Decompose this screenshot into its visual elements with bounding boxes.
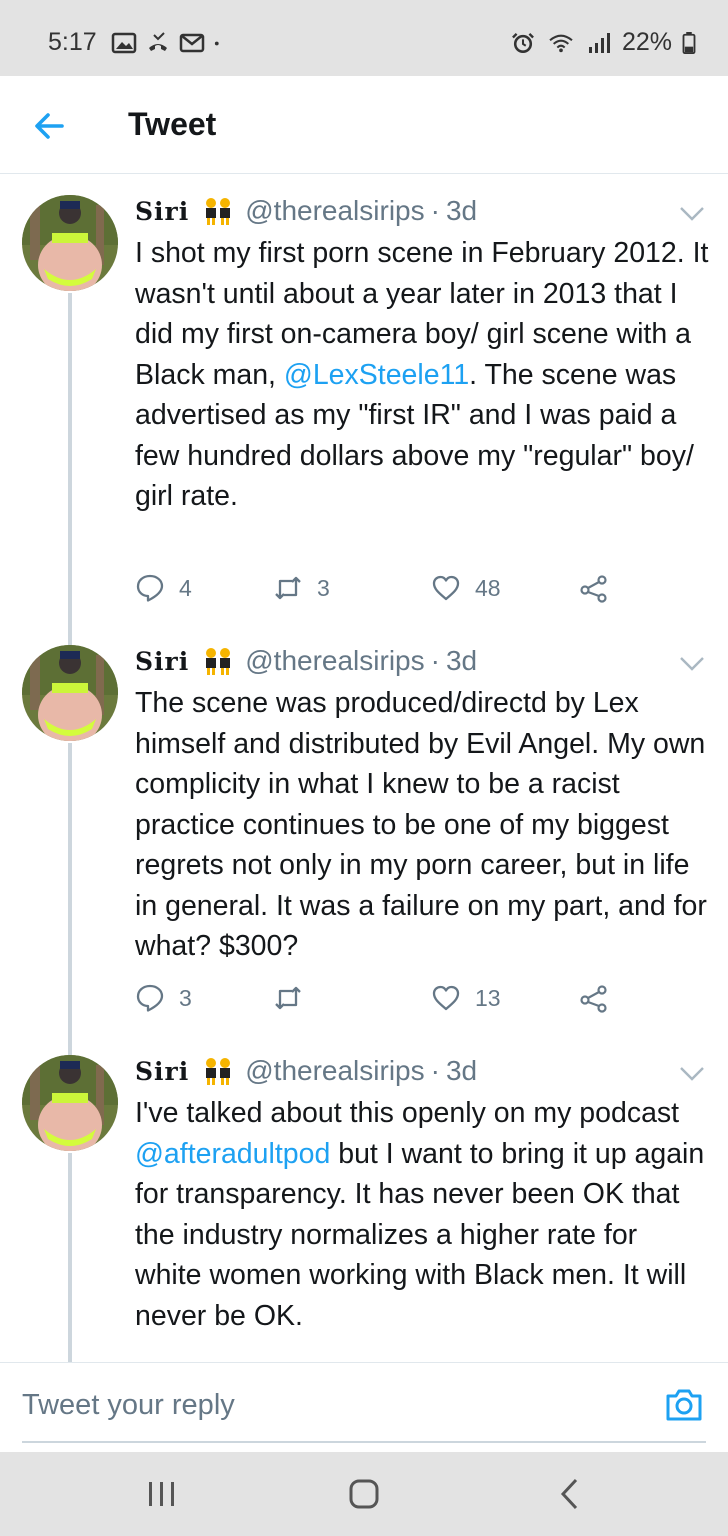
retweet-button[interactable] — [273, 983, 317, 1013]
reply-count: 3 — [179, 984, 192, 1011]
missed-call-icon — [148, 31, 167, 51]
user-handle[interactable]: @therealsirips — [245, 1055, 424, 1087]
mention-link[interactable]: @LexSteele11 — [284, 359, 469, 391]
battery-icon — [682, 31, 696, 54]
tweet-timestamp: 3d — [445, 195, 478, 226]
status-left: 5:17 — [48, 28, 227, 57]
reply-input[interactable]: Tweet your reply — [22, 1389, 235, 1422]
reply-icon — [136, 984, 164, 1012]
tweet-header: Siri @therealsirips · 3d — [135, 645, 477, 677]
reply-button[interactable]: 3 — [135, 983, 192, 1013]
retweet-button[interactable]: 3 — [273, 573, 330, 603]
arrow-left-icon[interactable] — [28, 104, 72, 148]
display-name[interactable]: Siri — [135, 1057, 189, 1086]
retweet-count: 3 — [317, 574, 330, 601]
like-count: 48 — [475, 574, 501, 601]
wifi-icon — [549, 34, 573, 52]
like-count: 13 — [475, 984, 501, 1011]
camera-icon[interactable] — [664, 1385, 704, 1425]
tweet[interactable]: Siri @therealsirips · 3d I shot my first… — [0, 175, 728, 625]
chevron-down-icon[interactable] — [678, 655, 706, 673]
share-icon — [580, 575, 607, 603]
chevron-down-icon[interactable] — [678, 1065, 706, 1083]
heart-icon — [432, 575, 460, 601]
page-title: Tweet — [128, 106, 217, 142]
avatar[interactable] — [22, 645, 118, 741]
chevron-down-icon[interactable] — [678, 205, 706, 223]
like-button[interactable]: 13 — [431, 983, 501, 1013]
dancers-icon — [206, 1058, 231, 1085]
home-icon[interactable] — [344, 1476, 384, 1512]
tweet-header: Siri @therealsirips · 3d — [135, 1055, 477, 1087]
share-button[interactable] — [579, 983, 623, 1013]
share-icon — [580, 985, 607, 1013]
avatar[interactable] — [22, 195, 118, 291]
display-name[interactable]: Siri — [135, 647, 189, 676]
reply-underline — [22, 1441, 706, 1443]
tweet-actions: 3 13 — [135, 983, 635, 1023]
mention-link[interactable]: @afteradultpod — [135, 1138, 330, 1170]
tweet[interactable]: Siri @therealsirips · 3d I've talked abo… — [0, 1035, 728, 1362]
dancers-icon — [206, 198, 231, 225]
signal-icon — [588, 32, 610, 53]
retweet-icon — [275, 576, 301, 600]
separator-dot: · — [430, 195, 440, 226]
avatar[interactable] — [22, 1055, 118, 1151]
status-right: 22% — [510, 28, 696, 57]
share-button[interactable] — [579, 573, 623, 603]
tweet-header: Siri @therealsirips · 3d — [135, 195, 477, 227]
separator-dot: · — [430, 1055, 440, 1086]
back-icon[interactable] — [550, 1476, 590, 1512]
reply-icon — [136, 574, 164, 602]
alarm-icon — [512, 32, 534, 53]
tweet-timestamp: 3d — [445, 645, 478, 676]
mail-icon — [179, 33, 204, 52]
retweet-icon — [275, 986, 301, 1010]
tweet-text: I've talked about this openly on my podc… — [135, 1093, 710, 1336]
image-icon — [111, 32, 136, 53]
tweet-text: The scene was produced/directd by Lex hi… — [135, 687, 707, 962]
tweet-timestamp: 3d — [445, 1055, 478, 1086]
system-nav-bar — [0, 1452, 728, 1536]
user-handle[interactable]: @therealsirips — [245, 645, 424, 677]
tweet-text-part: I've talked about this openly on my podc… — [135, 1097, 680, 1129]
reply-count: 4 — [179, 574, 192, 601]
status-time: 5:17 — [48, 28, 97, 56]
reply-button[interactable]: 4 — [135, 573, 192, 603]
tweet-actions: 4 3 48 — [135, 573, 635, 613]
dancers-icon — [206, 648, 231, 675]
tweet-thread: Siri @therealsirips · 3d I shot my first… — [0, 175, 728, 1362]
dot-icon — [214, 41, 219, 45]
app-header: Tweet — [0, 76, 728, 174]
battery-level: 22% — [621, 28, 672, 56]
like-button[interactable]: 48 — [431, 573, 501, 603]
display-name[interactable]: Siri — [135, 197, 189, 226]
reply-bar: Tweet your reply — [0, 1362, 728, 1452]
heart-icon — [432, 985, 460, 1011]
tweet-text: I shot my first porn scene in February 2… — [135, 233, 710, 517]
user-handle[interactable]: @therealsirips — [245, 195, 424, 227]
status-bar: 5:17 22% — [0, 0, 728, 76]
tweet[interactable]: Siri @therealsirips · 3d The scene was p… — [0, 625, 728, 1035]
recent-apps-icon[interactable] — [142, 1476, 182, 1512]
separator-dot: · — [430, 645, 440, 676]
